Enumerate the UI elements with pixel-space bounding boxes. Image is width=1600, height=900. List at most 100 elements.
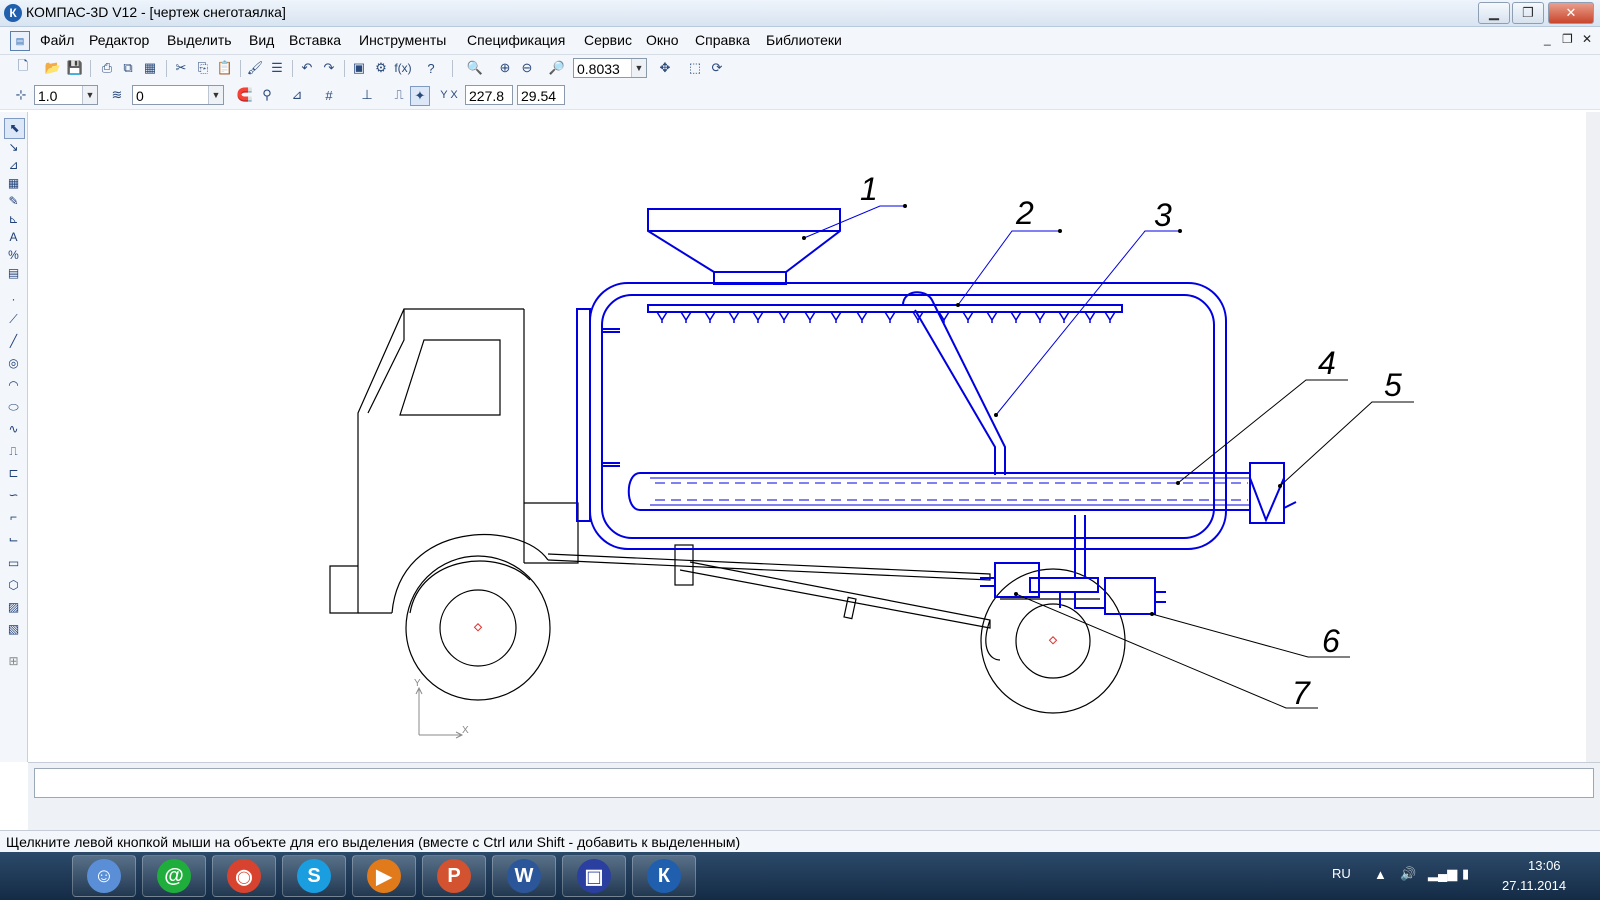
mdi-close-button[interactable]: ✕ — [1582, 32, 1592, 46]
taskbar-app-button[interactable]: @ — [142, 855, 206, 897]
circle-tool-icon[interactable]: ◎ — [4, 354, 23, 373]
menu-tools[interactable]: Инструменты — [359, 32, 446, 48]
document-icon[interactable]: ▤ — [10, 31, 30, 51]
minimize-button[interactable]: ▁ — [1478, 2, 1510, 24]
dimensions-panel-icon[interactable]: ⊿ — [4, 156, 23, 175]
spec-panel-icon[interactable]: ▤ — [4, 264, 23, 283]
contour-tool-icon[interactable]: ⊏ — [4, 464, 23, 483]
step-combobox[interactable]: 1.0 ▼ — [34, 85, 98, 105]
measure-panel-icon[interactable]: A — [4, 228, 23, 247]
save-icon[interactable]: 💾 — [66, 59, 84, 77]
snap-magnet-icon[interactable]: 🧲 — [236, 86, 254, 104]
taskbar-app-button[interactable]: ▣ — [562, 855, 626, 897]
menu-insert[interactable]: Вставка — [289, 32, 341, 48]
show-all-icon[interactable]: ⬚ — [686, 59, 704, 77]
show-hidden-icons-icon[interactable]: ▲ — [1374, 867, 1387, 882]
point-tool-icon[interactable]: · — [4, 290, 23, 309]
taskbar-app-button[interactable]: К — [632, 855, 696, 897]
taskbar-app-button[interactable]: ▶ — [352, 855, 416, 897]
new-document-icon[interactable]: 🗋 — [14, 58, 32, 77]
ortho-mode-icon[interactable]: ⎍ — [390, 86, 408, 104]
segment-tool-icon[interactable]: ╱ — [4, 332, 23, 351]
ellipse-tool-icon[interactable]: ⬭ — [4, 398, 23, 417]
select-panel-icon[interactable]: % — [4, 246, 23, 265]
menu-view[interactable]: Вид — [249, 32, 274, 48]
library-manager-icon[interactable]: ⚙ — [372, 59, 390, 77]
network-icon[interactable]: ▂▄▆ — [1428, 866, 1457, 882]
macro-tool-icon[interactable]: ⊞ — [4, 652, 23, 671]
parametrization-panel-icon[interactable]: ⊾ — [4, 210, 23, 229]
maximize-button[interactable]: ❐ — [1512, 2, 1544, 24]
clock-time[interactable]: 13:06 — [1528, 858, 1561, 873]
zoom-window-icon[interactable]: 🔍 — [466, 59, 484, 77]
battery-icon[interactable]: ▮ — [1462, 866, 1469, 882]
print-icon[interactable]: ⎙ — [98, 59, 116, 77]
coord-x-field[interactable]: 227.8 — [465, 85, 513, 105]
title-bar[interactable]: К КОМПАС-3D V12 - [чертеж снеготаялка] ▁… — [0, 0, 1600, 27]
chevron-down-icon[interactable]: ▼ — [631, 59, 646, 77]
volume-icon[interactable]: 🔊 — [1400, 866, 1416, 882]
spline-tool-icon[interactable]: ∿ — [4, 420, 23, 439]
zoom-out-icon[interactable]: ⊖ — [518, 59, 536, 77]
copy-icon[interactable]: ⎘ — [194, 59, 212, 77]
open-folder-icon[interactable]: 📂 — [44, 59, 62, 77]
polygon-tool-icon[interactable]: ⬡ — [4, 576, 23, 595]
fill-tool-icon[interactable]: ▧ — [4, 620, 23, 639]
print-preview-icon[interactable]: ⧉ — [119, 59, 137, 77]
grid-icon[interactable]: # — [320, 86, 338, 104]
menu-specification[interactable]: Спецификация — [467, 32, 565, 48]
rectangle-tool-icon[interactable]: ▭ — [4, 554, 23, 573]
symbols-panel-icon[interactable]: ▦ — [4, 174, 23, 193]
taskbar-app-button[interactable]: ◉ — [212, 855, 276, 897]
chamfer-tool-icon[interactable]: ⌙ — [4, 530, 23, 549]
refresh-icon[interactable]: ⟳ — [708, 59, 726, 77]
arc-tool-icon[interactable]: ◠ — [4, 376, 23, 395]
menu-file[interactable]: Файл — [40, 32, 74, 48]
hatch-tool-icon[interactable]: ▨ — [4, 598, 23, 617]
auxiliary-line-icon[interactable]: ⟋ — [4, 310, 23, 329]
local-snap-icon[interactable]: ⚲ — [258, 86, 276, 104]
kompas-app-icon[interactable]: К — [4, 4, 22, 22]
zoom-scale-icon[interactable]: 🔎 — [548, 59, 566, 77]
orthogonal-icon[interactable]: ⊿ — [288, 86, 306, 104]
menu-help[interactable]: Справка — [695, 32, 750, 48]
select-tool-icon[interactable]: ⬉ — [4, 118, 25, 139]
context-help-icon[interactable]: ? — [422, 59, 440, 77]
mdi-minimize-button[interactable]: _ — [1544, 32, 1551, 46]
geometry-panel-icon[interactable]: ↘ — [4, 138, 23, 157]
cut-icon[interactable]: ✂ — [172, 59, 190, 77]
grid-step-icon[interactable]: ⊹ — [12, 86, 30, 104]
properties-field[interactable] — [34, 768, 1594, 798]
coord-y-field[interactable]: 29.54 — [517, 85, 565, 105]
polyline-tool-icon[interactable]: ⎍ — [4, 442, 23, 461]
taskbar-app-button[interactable]: ☺ — [72, 855, 136, 897]
pan-icon[interactable]: ✥ — [656, 59, 674, 77]
edit-panel-icon[interactable]: ✎ — [4, 192, 23, 211]
menu-libraries[interactable]: Библиотеки — [766, 32, 842, 48]
chevron-down-icon[interactable]: ▼ — [208, 86, 223, 104]
fillet-tool-icon[interactable]: ⌐ — [4, 508, 23, 527]
parametric-mode-icon[interactable]: ✦ — [410, 86, 430, 106]
properties-icon[interactable]: ▦ — [141, 59, 159, 77]
list-icon[interactable]: ☰ — [268, 59, 286, 77]
undo-icon[interactable]: ↶ — [298, 59, 316, 77]
zoom-combobox[interactable]: 0.8033 ▼ — [573, 58, 647, 78]
local-cs-icon[interactable]: ⊥ — [358, 86, 376, 104]
copy-properties-icon[interactable]: 🖌 — [246, 59, 264, 77]
layer-combobox[interactable]: 0 ▼ — [132, 85, 224, 105]
menu-service[interactable]: Сервис — [584, 32, 632, 48]
taskbar-app-button[interactable]: W — [492, 855, 556, 897]
bezier-tool-icon[interactable]: ∽ — [4, 486, 23, 505]
chevron-down-icon[interactable]: ▼ — [82, 86, 97, 104]
drawing-canvas[interactable]: 1 2 3 4 5 6 7 Y X — [28, 112, 1600, 762]
menu-select[interactable]: Выделить — [167, 32, 232, 48]
layers-icon[interactable]: ≋ — [108, 86, 126, 104]
taskbar-app-button[interactable]: S — [282, 855, 346, 897]
redo-icon[interactable]: ↷ — [320, 59, 338, 77]
close-button[interactable]: ✕ — [1548, 2, 1594, 24]
paste-icon[interactable]: 📋 — [216, 59, 234, 77]
taskbar-app-button[interactable]: P — [422, 855, 486, 897]
zoom-in-icon[interactable]: ⊕ — [496, 59, 514, 77]
clock-date[interactable]: 27.11.2014 — [1502, 878, 1566, 893]
mdi-restore-button[interactable]: ❐ — [1562, 32, 1573, 46]
